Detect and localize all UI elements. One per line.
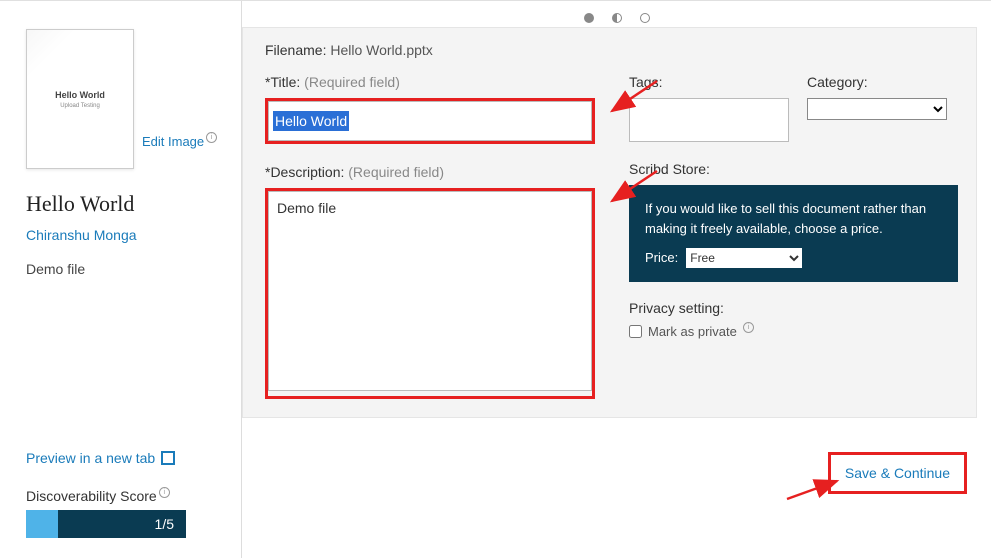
- title-value-selected: Hello World: [273, 111, 349, 131]
- privacy-label: Privacy setting:: [629, 300, 958, 316]
- description-input[interactable]: [268, 191, 592, 391]
- store-label: Scribd Store:: [629, 161, 958, 177]
- step-dot-2: [612, 13, 622, 23]
- title-input-highlight: Hello World: [265, 98, 595, 144]
- edit-image-link[interactable]: Edit Image i: [142, 134, 217, 149]
- description-field-label: *Description: (Required field): [265, 164, 595, 180]
- external-link-icon: [161, 451, 175, 465]
- mark-private-checkbox[interactable]: [629, 325, 642, 338]
- step-dot-3: [640, 13, 650, 23]
- filename-row: Filename: Hello World.pptx: [265, 42, 958, 58]
- info-icon: i: [743, 322, 754, 333]
- save-continue-button[interactable]: Save & Continue: [828, 452, 967, 494]
- author-link[interactable]: Chiranshu Monga: [26, 227, 221, 243]
- title-input[interactable]: Hello World: [268, 101, 592, 141]
- info-icon: i: [206, 132, 217, 143]
- document-form: Filename: Hello World.pptx *Title: (Requ…: [242, 27, 977, 418]
- document-thumbnail[interactable]: Hello World Upload Testing: [26, 29, 134, 169]
- tags-input[interactable]: [629, 98, 789, 142]
- preview-label: Preview in a new tab: [26, 450, 155, 466]
- preview-new-tab-link[interactable]: Preview in a new tab: [26, 450, 221, 466]
- step-dot-1: [584, 13, 594, 23]
- edit-image-label: Edit Image: [142, 134, 204, 149]
- main-panel: Filename: Hello World.pptx *Title: (Requ…: [242, 1, 991, 558]
- price-select[interactable]: Free: [686, 248, 802, 268]
- description-input-highlight: [265, 188, 595, 399]
- mark-private-label: Mark as private: [648, 324, 737, 339]
- score-value: 1/5: [155, 516, 174, 532]
- step-indicator: [242, 1, 991, 27]
- discoverability-label: Discoverability Score i: [26, 488, 221, 504]
- document-title: Hello World: [26, 191, 221, 217]
- title-field-label: *Title: (Required field): [265, 74, 595, 90]
- filename-label: Filename:: [265, 42, 326, 58]
- score-fill: [26, 510, 58, 538]
- price-label: Price:: [645, 248, 678, 268]
- info-icon: i: [159, 487, 170, 498]
- category-select[interactable]: [807, 98, 947, 120]
- filename-value: Hello World.pptx: [330, 42, 432, 58]
- short-description: Demo file: [26, 261, 221, 277]
- scribd-store-box: If you would like to sell this document …: [629, 185, 958, 282]
- discoverability-score-bar: 1/5: [26, 510, 186, 538]
- category-label: Category:: [807, 74, 947, 90]
- sidebar: Hello World Upload Testing Edit Image i …: [0, 1, 242, 558]
- store-text: If you would like to sell this document …: [645, 199, 942, 238]
- thumb-title: Hello World: [55, 90, 105, 100]
- thumb-subtitle: Upload Testing: [60, 103, 100, 109]
- tags-label: Tags:: [629, 74, 789, 90]
